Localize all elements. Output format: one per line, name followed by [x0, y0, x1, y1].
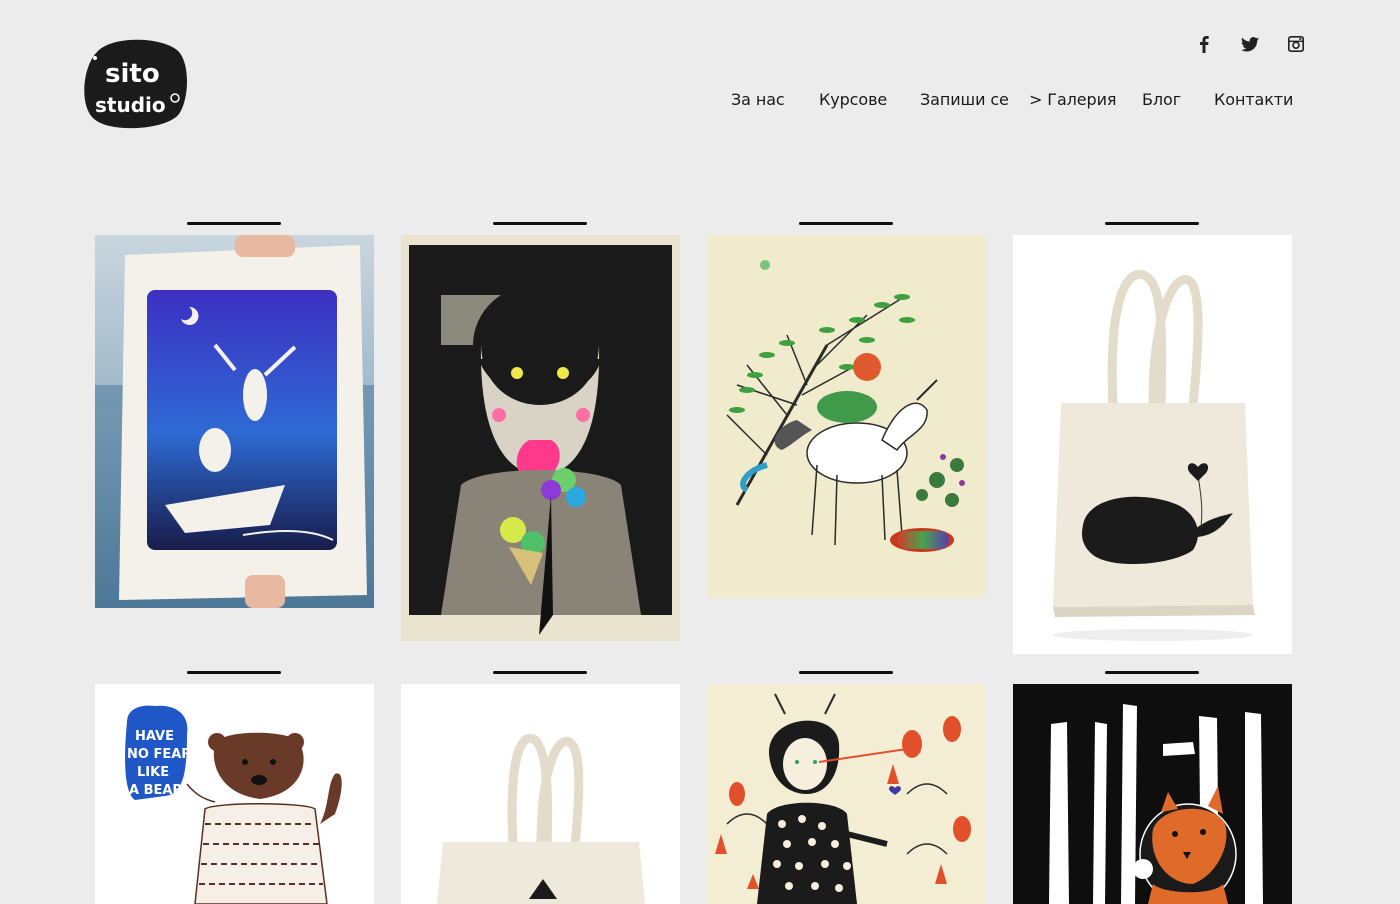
bear-text-line-1: HAVE: [135, 729, 174, 744]
gallery-thumb: [707, 684, 986, 904]
gallery-page: sito studio За нас Курсове Запиши се > Г…: [0, 0, 1400, 904]
facebook-icon[interactable]: [1194, 34, 1214, 54]
card-bar: [1105, 671, 1199, 674]
gallery-thumb: [1013, 235, 1292, 654]
gallery-thumb: HAVE NO FEAR LIKE A BEAR: [95, 684, 374, 904]
card-bar: [493, 222, 587, 225]
gallery-thumb: [401, 235, 680, 641]
gallery-thumb: [707, 235, 986, 598]
card-bar: [187, 222, 281, 225]
nav-item-blog[interactable]: Блог: [1142, 90, 1181, 109]
nav-item-gallery[interactable]: > Галерия: [1029, 90, 1117, 109]
site-logo[interactable]: sito studio: [81, 38, 188, 130]
bear-text-line-4: A BEAR: [129, 783, 182, 798]
sito-studio-logo-icon: sito studio: [84, 39, 187, 129]
nav-item-about[interactable]: За нас: [731, 90, 785, 109]
nav-item-courses[interactable]: Курсове: [819, 90, 887, 109]
gallery-thumb: [95, 235, 374, 608]
card-bar: [1105, 222, 1199, 225]
nav-item-signup[interactable]: Запиши се: [920, 90, 1009, 109]
card-bar: [187, 671, 281, 674]
gallery-thumb: [1013, 684, 1292, 904]
social-links: [1168, 34, 1306, 54]
instagram-icon[interactable]: [1286, 34, 1306, 54]
gallery-thumb: [401, 684, 680, 904]
bear-text-line-2: NO FEAR: [127, 747, 191, 762]
card-bar: [493, 671, 587, 674]
card-bar: [799, 222, 893, 225]
bear-text-line-3: LIKE: [137, 765, 169, 780]
main-nav: За нас Курсове Запиши се > Галерия Блог …: [0, 90, 1400, 114]
twitter-icon[interactable]: [1240, 34, 1260, 54]
card-bar: [799, 671, 893, 674]
nav-item-contacts[interactable]: Контакти: [1214, 90, 1293, 109]
logo-text-top: sito: [105, 59, 160, 89]
